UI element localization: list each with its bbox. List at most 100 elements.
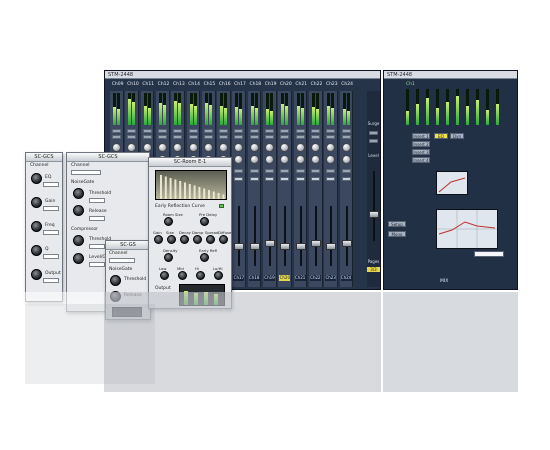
gcs-dynamics-title[interactable]: SC-GCS xyxy=(67,153,149,162)
master-button[interactable] xyxy=(369,131,378,135)
page-indicator[interactable]: 3/3 xyxy=(367,267,380,272)
gain-knob[interactable] xyxy=(112,143,121,152)
channel-footer-label[interactable]: Ch21 xyxy=(294,275,306,281)
strip-knob-value[interactable] xyxy=(43,254,59,259)
solo-button[interactable] xyxy=(219,135,229,139)
gain-knob[interactable] xyxy=(142,143,152,152)
mute-button[interactable] xyxy=(234,129,244,133)
reverb-param-knob[interactable] xyxy=(164,253,173,262)
strip-knob[interactable] xyxy=(31,245,42,256)
gate-threshold-knob[interactable] xyxy=(73,188,84,199)
reverb-param-knob[interactable] xyxy=(206,235,215,244)
fader-track[interactable] xyxy=(253,206,256,266)
rec-button[interactable] xyxy=(326,177,336,181)
strip-knob-value[interactable] xyxy=(43,206,59,211)
channel-footer-label[interactable]: Ch20 xyxy=(279,275,291,281)
mono-button[interactable]: Mono xyxy=(388,231,406,237)
fader-cap[interactable] xyxy=(341,240,352,247)
mute-button[interactable] xyxy=(203,129,213,133)
select-button[interactable] xyxy=(280,169,290,173)
gain-knob[interactable] xyxy=(234,143,244,152)
master-fader-cap[interactable] xyxy=(369,211,379,218)
strip-knob[interactable] xyxy=(31,173,42,184)
reverb-param-knob[interactable] xyxy=(160,271,169,280)
gain-knob[interactable] xyxy=(219,143,229,152)
mute-button[interactable] xyxy=(112,129,121,133)
fader-track[interactable] xyxy=(345,206,348,266)
gain-knob[interactable] xyxy=(280,143,290,152)
gain-knob[interactable] xyxy=(295,143,305,152)
comp-threshold-knob[interactable] xyxy=(73,235,84,246)
mute-button[interactable] xyxy=(265,129,274,133)
pan-knob[interactable] xyxy=(265,155,274,164)
reverb-title[interactable]: SC-Room E-1 xyxy=(149,158,231,167)
strip-knob-value[interactable] xyxy=(43,182,59,187)
solo-button[interactable] xyxy=(310,135,320,139)
strip-knob-value[interactable] xyxy=(43,278,59,283)
rec-button[interactable] xyxy=(310,177,320,181)
gate-release-knob[interactable] xyxy=(73,205,84,216)
gain-knob[interactable] xyxy=(188,143,198,152)
channel-footer-label[interactable]: Ch18 xyxy=(248,275,260,281)
channel-footer-label[interactable]: Ch17 xyxy=(233,275,245,281)
fader-track[interactable] xyxy=(284,206,287,266)
strip-knob[interactable] xyxy=(31,197,42,208)
master-fader-track[interactable] xyxy=(373,171,375,241)
fader-track[interactable] xyxy=(238,206,241,266)
solo-button[interactable] xyxy=(341,135,351,139)
reverb-param-knob[interactable] xyxy=(178,271,187,280)
select-button[interactable] xyxy=(326,169,336,173)
reverb-param-knob[interactable] xyxy=(154,235,163,244)
pan-knob[interactable] xyxy=(280,155,290,164)
gs-title[interactable]: SC-GS xyxy=(106,241,150,250)
eq-graph[interactable] xyxy=(436,209,498,249)
strip-knob[interactable] xyxy=(31,269,42,280)
select-button[interactable] xyxy=(341,169,351,173)
fader-cap[interactable] xyxy=(295,243,306,250)
eq-button[interactable]: EQ xyxy=(434,133,448,139)
solo-button[interactable] xyxy=(203,135,213,139)
fader-cap[interactable] xyxy=(326,243,337,250)
gs-threshold-knob[interactable] xyxy=(110,275,121,286)
pan-knob[interactable] xyxy=(310,155,320,164)
reverb-param-knob[interactable] xyxy=(200,253,209,262)
mute-button[interactable] xyxy=(188,129,198,133)
mute-button[interactable] xyxy=(219,129,229,133)
insert-2-button[interactable]: Insert 2 xyxy=(412,141,430,147)
pan-knob[interactable] xyxy=(249,155,259,164)
gain-knob[interactable] xyxy=(173,143,183,152)
solo-button[interactable] xyxy=(157,135,167,139)
mute-button[interactable] xyxy=(280,129,290,133)
mute-button[interactable] xyxy=(173,129,183,133)
rec-button[interactable] xyxy=(265,177,274,181)
gate-threshold-value[interactable] xyxy=(89,198,105,203)
fader-track[interactable] xyxy=(269,206,271,266)
reverb-param-knob[interactable] xyxy=(196,271,205,280)
rec-button[interactable] xyxy=(280,177,290,181)
fader-track[interactable] xyxy=(314,206,317,266)
channel-footer-label[interactable]: Ch24 xyxy=(340,275,352,281)
solo-button[interactable] xyxy=(326,135,336,139)
solo-button[interactable] xyxy=(142,135,152,139)
gcs-strip-title[interactable]: SC-GCS xyxy=(26,153,62,162)
dyn-button[interactable]: Dyn xyxy=(450,133,464,139)
solo-button[interactable] xyxy=(188,135,198,139)
gain-knob[interactable] xyxy=(341,143,351,152)
rec-button[interactable] xyxy=(295,177,305,181)
reverb-param-knob[interactable] xyxy=(193,235,202,244)
insert-3-button[interactable]: Insert 3 xyxy=(412,149,430,155)
mute-button[interactable] xyxy=(341,129,351,133)
fader-cap[interactable] xyxy=(234,243,245,250)
gain-knob[interactable] xyxy=(265,143,274,152)
gain-knob[interactable] xyxy=(157,143,167,152)
dynamics-graph[interactable] xyxy=(436,171,468,195)
select-button[interactable] xyxy=(234,169,244,173)
dynamics-channel-select[interactable] xyxy=(71,170,101,175)
reverb-param-knob[interactable] xyxy=(214,271,223,280)
gate-release-value[interactable] xyxy=(89,216,105,221)
gain-knob[interactable] xyxy=(310,143,320,152)
channel-footer-label[interactable]: Ch22 xyxy=(309,275,321,281)
solo-button[interactable] xyxy=(112,135,121,139)
pan-knob[interactable] xyxy=(341,155,351,164)
fader-cap[interactable] xyxy=(280,243,291,250)
